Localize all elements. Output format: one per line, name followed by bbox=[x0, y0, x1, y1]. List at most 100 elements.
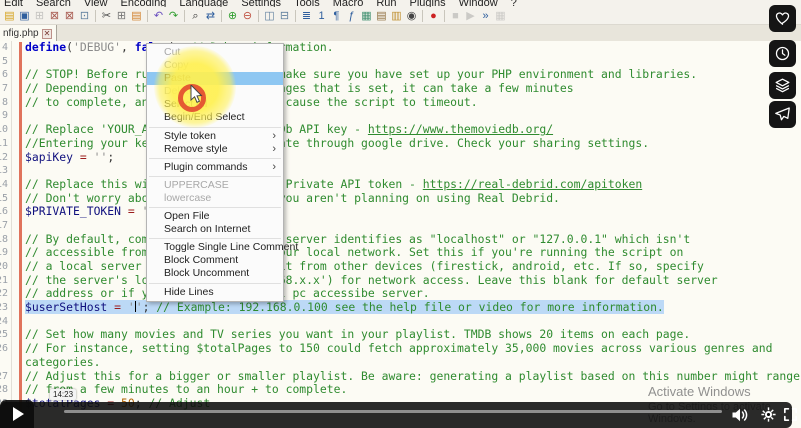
editor[interactable]: 4define('DEBUG', false); // Debug inform… bbox=[0, 41, 801, 428]
context-menu-item-block-comment[interactable]: Block Comment bbox=[147, 254, 283, 267]
code-line: 23$userSetHost = ''; // Example: 192.168… bbox=[0, 301, 801, 315]
menu-plugins[interactable]: Plugins bbox=[410, 0, 446, 7]
undo-icon[interactable]: ↶ bbox=[152, 9, 165, 23]
submenu-arrow-icon: › bbox=[272, 130, 276, 143]
folder-as-workspace-icon[interactable]: ▥ bbox=[390, 9, 403, 23]
replace-icon[interactable]: ⇄ bbox=[204, 9, 217, 23]
redo-icon[interactable]: ↷ bbox=[167, 9, 180, 23]
line-number: 20 bbox=[0, 260, 8, 274]
player-bar bbox=[0, 402, 792, 428]
toolbar-separator bbox=[258, 10, 259, 22]
mouse-cursor-icon bbox=[190, 85, 204, 105]
line-number: 26 bbox=[0, 342, 8, 356]
context-menu-item-toggle-single-line-comment[interactable]: Toggle Single Line Comment bbox=[147, 241, 283, 254]
context-menu-item-cut[interactable]: Cut bbox=[147, 46, 283, 59]
volume-button[interactable] bbox=[730, 405, 750, 425]
menu-tools[interactable]: Tools bbox=[294, 0, 320, 7]
find-icon[interactable]: ⌕ bbox=[189, 9, 202, 23]
line-number: 25 bbox=[0, 328, 8, 342]
open-file-icon[interactable]: ▤ bbox=[3, 9, 16, 23]
play-macro-icon[interactable]: ▶ bbox=[464, 9, 477, 23]
context-menu-item-plugin-commands[interactable]: Plugin commands› bbox=[147, 161, 283, 174]
menu-separator bbox=[149, 158, 281, 159]
line-number: 11 bbox=[0, 137, 8, 151]
save-icon[interactable]: ▣ bbox=[18, 9, 31, 23]
close-icon[interactable]: ⊠ bbox=[48, 9, 61, 23]
context-menu-item-open-file[interactable]: Open File bbox=[147, 210, 283, 223]
submenu-arrow-icon: › bbox=[272, 161, 276, 174]
menu-macro[interactable]: Macro bbox=[333, 0, 364, 7]
line-number: 28 bbox=[0, 383, 8, 397]
cut-icon[interactable]: ✂ bbox=[100, 9, 113, 23]
context-menu-item-paste[interactable]: Paste bbox=[147, 72, 283, 85]
function-list-icon[interactable]: ƒ bbox=[345, 9, 358, 23]
like-button[interactable] bbox=[769, 5, 796, 32]
context-menu-item-remove-style[interactable]: Remove style› bbox=[147, 143, 283, 156]
context-menu-item-copy[interactable]: Copy bbox=[147, 59, 283, 72]
watch-later-button[interactable] bbox=[769, 40, 796, 67]
word-wrap-icon[interactable]: ≣ bbox=[300, 9, 313, 23]
monitoring-eye-icon[interactable]: ◉ bbox=[405, 9, 418, 23]
line-number: 9 bbox=[0, 109, 8, 123]
line-number: 12 bbox=[0, 151, 8, 165]
context-menu-item-search-on-internet[interactable]: Search on Internet bbox=[147, 223, 283, 236]
code-line: 20// a local server and want to access i… bbox=[0, 260, 801, 274]
line-number: 8 bbox=[0, 96, 8, 110]
context-menu-item-select-all[interactable]: Select All bbox=[147, 98, 283, 111]
menu-view[interactable]: View bbox=[84, 0, 108, 7]
playlist-button[interactable] bbox=[769, 72, 796, 99]
menu-encoding[interactable]: Encoding bbox=[120, 0, 166, 7]
context-menu-item-delete[interactable]: Delete bbox=[147, 85, 283, 98]
save-all-icon[interactable]: ⊞ bbox=[33, 9, 46, 23]
timestamp-badge: 14:23 bbox=[50, 389, 76, 400]
document-list-icon[interactable]: ▤ bbox=[375, 9, 388, 23]
line-number: 17 bbox=[0, 219, 8, 233]
play-button[interactable] bbox=[0, 400, 34, 428]
menu-settings[interactable]: Settings bbox=[241, 0, 281, 7]
menu-language[interactable]: Language bbox=[179, 0, 228, 7]
video-frame: Edit Search View Encoding Language Settings To… bbox=[0, 0, 801, 428]
progress-bar[interactable] bbox=[64, 410, 722, 413]
line-number: 18 bbox=[0, 233, 8, 247]
show-indent-guide-icon[interactable]: 1 bbox=[315, 9, 328, 23]
print-icon[interactable]: ⊡ bbox=[78, 9, 91, 23]
context-menu: CutCopyPasteDeleteSelect AllBegin/End Se… bbox=[146, 43, 284, 302]
settings-button[interactable] bbox=[760, 406, 777, 423]
show-all-characters-icon[interactable]: ¶ bbox=[330, 9, 343, 23]
save-macro-icon[interactable]: ▦ bbox=[494, 9, 507, 23]
context-menu-item-lowercase[interactable]: lowercase bbox=[147, 192, 283, 205]
code-line: 21// the server's local IP here ('192.16… bbox=[0, 274, 801, 288]
line-number: 14 bbox=[0, 178, 8, 192]
close-all-icon[interactable]: ⊠ bbox=[63, 9, 76, 23]
record-macro-icon[interactable]: ● bbox=[427, 9, 440, 23]
code-line: 4define('DEBUG', false); // Debug inform… bbox=[0, 41, 801, 55]
menu-run[interactable]: Run bbox=[376, 0, 396, 7]
code-line: 24 bbox=[0, 315, 801, 329]
run-macro-multiple-icon[interactable]: » bbox=[479, 9, 492, 23]
copy-icon[interactable]: ⊞ bbox=[115, 9, 128, 23]
menu-window[interactable]: Window bbox=[459, 0, 498, 7]
menu-edit[interactable]: Edit bbox=[4, 0, 23, 7]
context-menu-item-block-uncomment[interactable]: Block Uncomment bbox=[147, 267, 283, 280]
context-menu-item-hide-lines[interactable]: Hide Lines bbox=[147, 286, 283, 299]
share-button[interactable] bbox=[769, 101, 796, 128]
stop-macro-icon[interactable]: ■ bbox=[449, 9, 462, 23]
menu-help[interactable]: ? bbox=[511, 0, 517, 7]
context-menu-item-style-token[interactable]: Style token› bbox=[147, 130, 283, 143]
code-line: 16$PRIVATE_TOKEN = ''; bbox=[0, 205, 801, 219]
plane-icon bbox=[773, 105, 792, 124]
sync-horizontal-icon[interactable]: ⊟ bbox=[278, 9, 291, 23]
fullscreen-button[interactable] bbox=[782, 406, 799, 423]
menu-separator bbox=[149, 207, 281, 208]
context-menu-item-uppercase[interactable]: UPPERCASE bbox=[147, 179, 283, 192]
tab-close-icon[interactable]: ✕ bbox=[42, 29, 53, 39]
paste-icon[interactable]: ▤ bbox=[130, 9, 143, 23]
menu-search[interactable]: Search bbox=[36, 0, 71, 7]
context-menu-item-begin-end-select[interactable]: Begin/End Select bbox=[147, 111, 283, 124]
sync-vertical-icon[interactable]: ◫ bbox=[263, 9, 276, 23]
zoom-in-icon[interactable]: ⊕ bbox=[226, 9, 239, 23]
document-map-icon[interactable]: ▦ bbox=[360, 9, 373, 23]
toolbar-separator bbox=[95, 10, 96, 22]
code-line: 7// Depending on the amount of total pag… bbox=[0, 82, 801, 96]
zoom-out-icon[interactable]: ⊖ bbox=[241, 9, 254, 23]
